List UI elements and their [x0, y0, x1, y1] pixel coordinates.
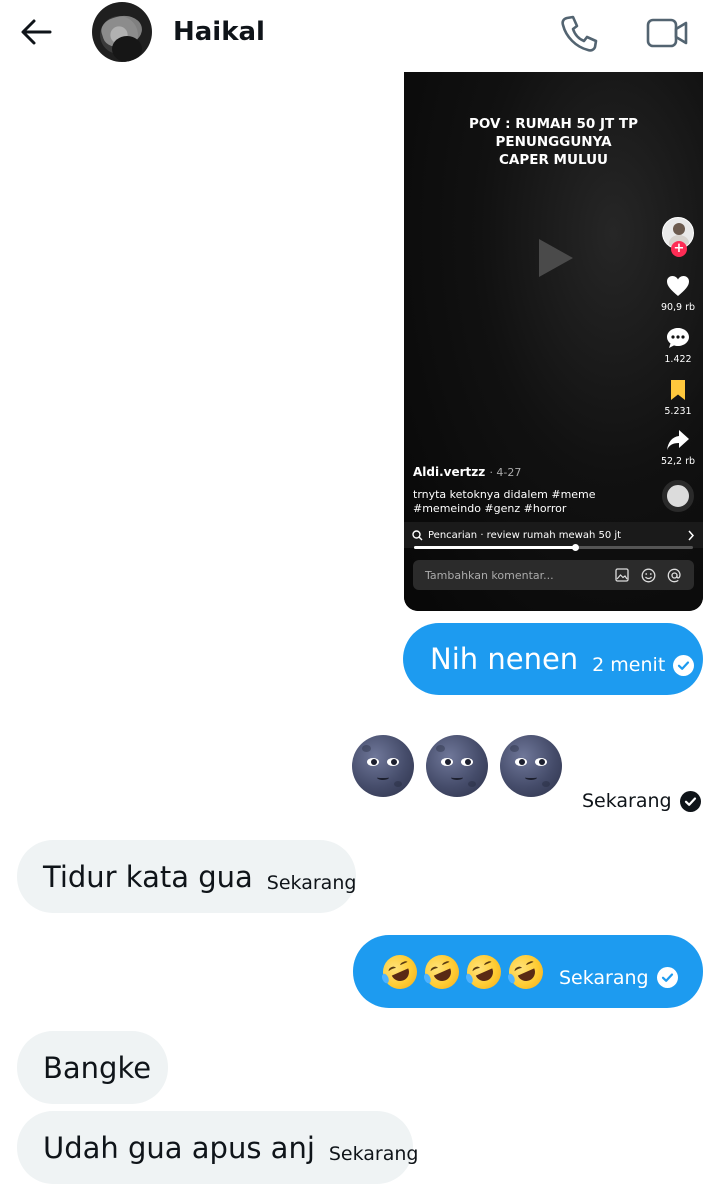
video-date: · 4-27: [489, 466, 522, 479]
message-time: Sekarang: [328, 1142, 419, 1165]
related-search-text: Pencarian · review rumah mewah 50 jt: [428, 529, 622, 541]
video-caption: trnyta ketoknya didalem #meme #memeindo …: [413, 488, 596, 515]
sent-check-icon: [679, 790, 701, 812]
follow-plus-icon[interactable]: +: [671, 241, 687, 257]
save-count: 5.231: [664, 406, 692, 417]
new-moon-face-emoji: [352, 735, 414, 797]
save-button[interactable]: 5.231: [656, 379, 700, 418]
message-time: Sekarang: [582, 790, 672, 812]
back-button[interactable]: [18, 14, 54, 50]
chat-header: Haikal: [0, 0, 719, 64]
share-button[interactable]: 52,2 rb: [656, 429, 700, 468]
comment-count: 1.422: [664, 354, 692, 365]
contact-name[interactable]: Haikal: [173, 16, 265, 48]
message-text: Tidur kata gua: [43, 859, 253, 894]
shared-video-card[interactable]: POV : RUMAH 50 JT TP PENUNGGUNYA CAPER M…: [404, 72, 703, 611]
rolling-on-floor-laughing-emoji: [377, 949, 423, 994]
like-button[interactable]: 90,9 rb: [656, 275, 700, 314]
message-bubble-incoming[interactable]: Bangke: [17, 1031, 168, 1104]
read-check-icon: [673, 654, 695, 676]
comment-bubble-icon: [667, 328, 689, 348]
video-progress-fill: [414, 544, 579, 551]
video-overlay-title: POV : RUMAH 50 JT TP PENUNGGUNYA CAPER M…: [468, 116, 638, 168]
message-bubble-outgoing[interactable]: Sekarang: [353, 935, 703, 1008]
message-text: Bangke: [43, 1050, 152, 1085]
message-bubble-incoming[interactable]: Tidur kata gua Sekarang: [17, 840, 356, 913]
message-bubble-incoming[interactable]: Udah gua apus anj Sekarang: [17, 1111, 419, 1184]
read-check-icon: [656, 967, 678, 988]
music-disc-icon[interactable]: [662, 480, 694, 512]
message-time: Sekarang: [266, 871, 357, 894]
chevron-right-icon: [688, 530, 695, 540]
emoji-icon[interactable]: [640, 567, 656, 583]
new-moon-face-emoji: [426, 735, 488, 797]
emoji-message-outgoing[interactable]: [352, 735, 562, 797]
message-time: Sekarang: [559, 966, 649, 989]
rolling-on-floor-laughing-emoji: [461, 949, 507, 994]
image-icon[interactable]: [614, 567, 630, 583]
message-text: Nih nenen: [430, 642, 579, 676]
video-camera-icon: [646, 18, 688, 48]
heart-icon: [667, 276, 689, 296]
related-search-bar[interactable]: Pencarian · review rumah mewah 50 jt: [404, 522, 703, 548]
message-bubble-outgoing[interactable]: Nih nenen 2 menit: [403, 623, 703, 695]
video-progress-bar[interactable]: [414, 544, 693, 551]
phone-icon: [561, 15, 598, 52]
like-count: 90,9 rb: [660, 302, 696, 313]
bookmark-icon: [671, 380, 685, 400]
rolling-on-floor-laughing-emoji: [419, 949, 465, 994]
comment-input[interactable]: Tambahkan komentar...: [413, 560, 694, 590]
mention-icon[interactable]: [666, 567, 682, 583]
message-time: 2 menit: [592, 654, 666, 676]
contact-avatar[interactable]: [92, 2, 152, 62]
call-button[interactable]: [558, 12, 600, 54]
video-call-button[interactable]: [643, 12, 691, 54]
comment-button[interactable]: 1.422: [656, 327, 700, 366]
emoji-message-meta: Sekarang: [582, 790, 701, 812]
emoji-row: [377, 949, 549, 994]
message-text: Udah gua apus anj: [43, 1130, 315, 1165]
arrow-left-icon: [21, 19, 52, 45]
share-arrow-icon: [667, 430, 689, 450]
new-moon-face-emoji: [500, 735, 562, 797]
search-icon: [412, 529, 423, 540]
progress-knob[interactable]: [571, 544, 579, 551]
video-author[interactable]: Aldi.vertzz · 4-27: [413, 465, 521, 479]
play-icon[interactable]: [535, 237, 575, 279]
comment-placeholder: Tambahkan komentar...: [425, 568, 554, 582]
rolling-on-floor-laughing-emoji: [503, 949, 549, 994]
share-count: 52,2 rb: [660, 456, 696, 467]
